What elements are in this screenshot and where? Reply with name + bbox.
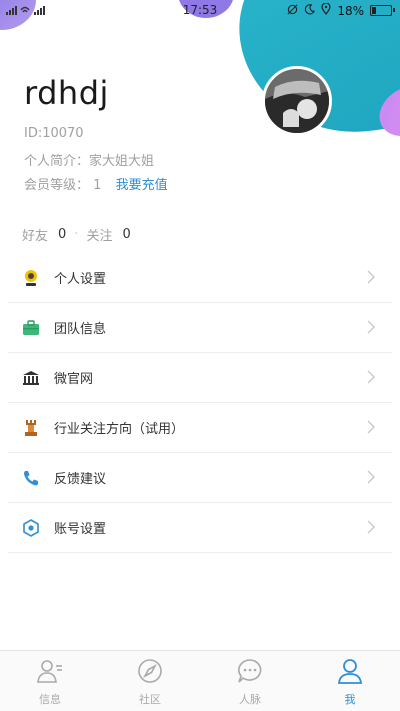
person-settings-icon bbox=[22, 269, 40, 287]
battery-icon bbox=[370, 5, 395, 16]
chevron-right-icon bbox=[367, 270, 375, 284]
member-level: 会员等级： 1 我要充值 bbox=[24, 174, 168, 193]
menu-item-industry-focus[interactable]: 行业关注方向（试用） bbox=[8, 403, 392, 453]
friends-count[interactable]: 0 bbox=[58, 227, 66, 242]
tab-label: 社区 bbox=[139, 693, 161, 706]
chevron-right-icon bbox=[367, 470, 375, 484]
settings-menu: 个人设置 团队信息 微官网 行业关注方向（试用） 反馈建议 账号设置 bbox=[0, 253, 400, 553]
chevron-right-icon bbox=[367, 520, 375, 534]
follow-label[interactable]: 关注 bbox=[86, 225, 112, 244]
member-level-label: 会员等级： bbox=[24, 178, 90, 193]
status-bar: 17:53 18% bbox=[0, 0, 400, 22]
compass-icon bbox=[138, 659, 162, 683]
profile-screen: 17:53 18% rdhdj ID:10070 个人简介：家大姐大姐 会员等级… bbox=[0, 0, 400, 711]
menu-label: 团队信息 bbox=[54, 322, 107, 337]
status-right: 18% bbox=[287, 2, 395, 18]
friends-label[interactable]: 好友 bbox=[22, 225, 48, 244]
chevron-right-icon bbox=[367, 420, 375, 434]
menu-item-personal-settings[interactable]: 个人设置 bbox=[8, 253, 392, 303]
tab-label: 信息 bbox=[39, 693, 61, 706]
alarm-off-icon bbox=[287, 4, 298, 18]
tab-connections[interactable]: 人脉 bbox=[200, 651, 300, 711]
member-level-value: 1 bbox=[93, 178, 102, 193]
avatar-image bbox=[265, 69, 329, 133]
team-briefcase-icon bbox=[22, 319, 40, 337]
avatar[interactable] bbox=[262, 66, 332, 136]
tab-community[interactable]: 社区 bbox=[100, 651, 200, 711]
chess-rook-icon bbox=[22, 419, 40, 437]
contacts-icon bbox=[37, 660, 62, 683]
user-bio: 个人简介：家大姐大姐 bbox=[24, 154, 155, 169]
menu-item-team-info[interactable]: 团队信息 bbox=[8, 303, 392, 353]
menu-label: 反馈建议 bbox=[54, 472, 107, 487]
hexagon-settings-icon bbox=[22, 518, 40, 537]
menu-item-account-settings[interactable]: 账号设置 bbox=[8, 503, 392, 553]
menu-item-micro-site[interactable]: 微官网 bbox=[8, 353, 392, 403]
stats-separator: · bbox=[74, 227, 79, 242]
menu-label: 个人设置 bbox=[54, 272, 107, 287]
follow-count[interactable]: 0 bbox=[122, 227, 130, 242]
building-icon bbox=[22, 369, 40, 387]
user-id: ID:10070 bbox=[24, 126, 84, 141]
menu-label: 微官网 bbox=[54, 372, 94, 387]
moon-icon bbox=[304, 3, 316, 18]
chat-bubble-icon bbox=[238, 659, 262, 683]
user-icon bbox=[337, 659, 363, 684]
menu-item-feedback[interactable]: 反馈建议 bbox=[8, 453, 392, 503]
social-stats: 好友 0 · 关注 0 bbox=[22, 225, 131, 244]
chevron-right-icon bbox=[367, 320, 375, 334]
phone-icon bbox=[22, 469, 40, 487]
menu-label: 账号设置 bbox=[54, 522, 107, 537]
bottom-tab-bar: 信息 社区 人脉 我 bbox=[0, 650, 400, 711]
tab-messages[interactable]: 信息 bbox=[0, 651, 100, 711]
tab-me[interactable]: 我 bbox=[300, 651, 400, 711]
battery-percent: 18% bbox=[337, 3, 364, 18]
tab-label: 人脉 bbox=[239, 693, 261, 706]
tab-label: 我 bbox=[344, 693, 356, 706]
username: rdhdj bbox=[24, 74, 109, 112]
menu-label: 行业关注方向（试用） bbox=[54, 422, 185, 437]
chevron-right-icon bbox=[367, 370, 375, 384]
recharge-link[interactable]: 我要充值 bbox=[116, 178, 168, 193]
location-icon bbox=[321, 2, 331, 18]
